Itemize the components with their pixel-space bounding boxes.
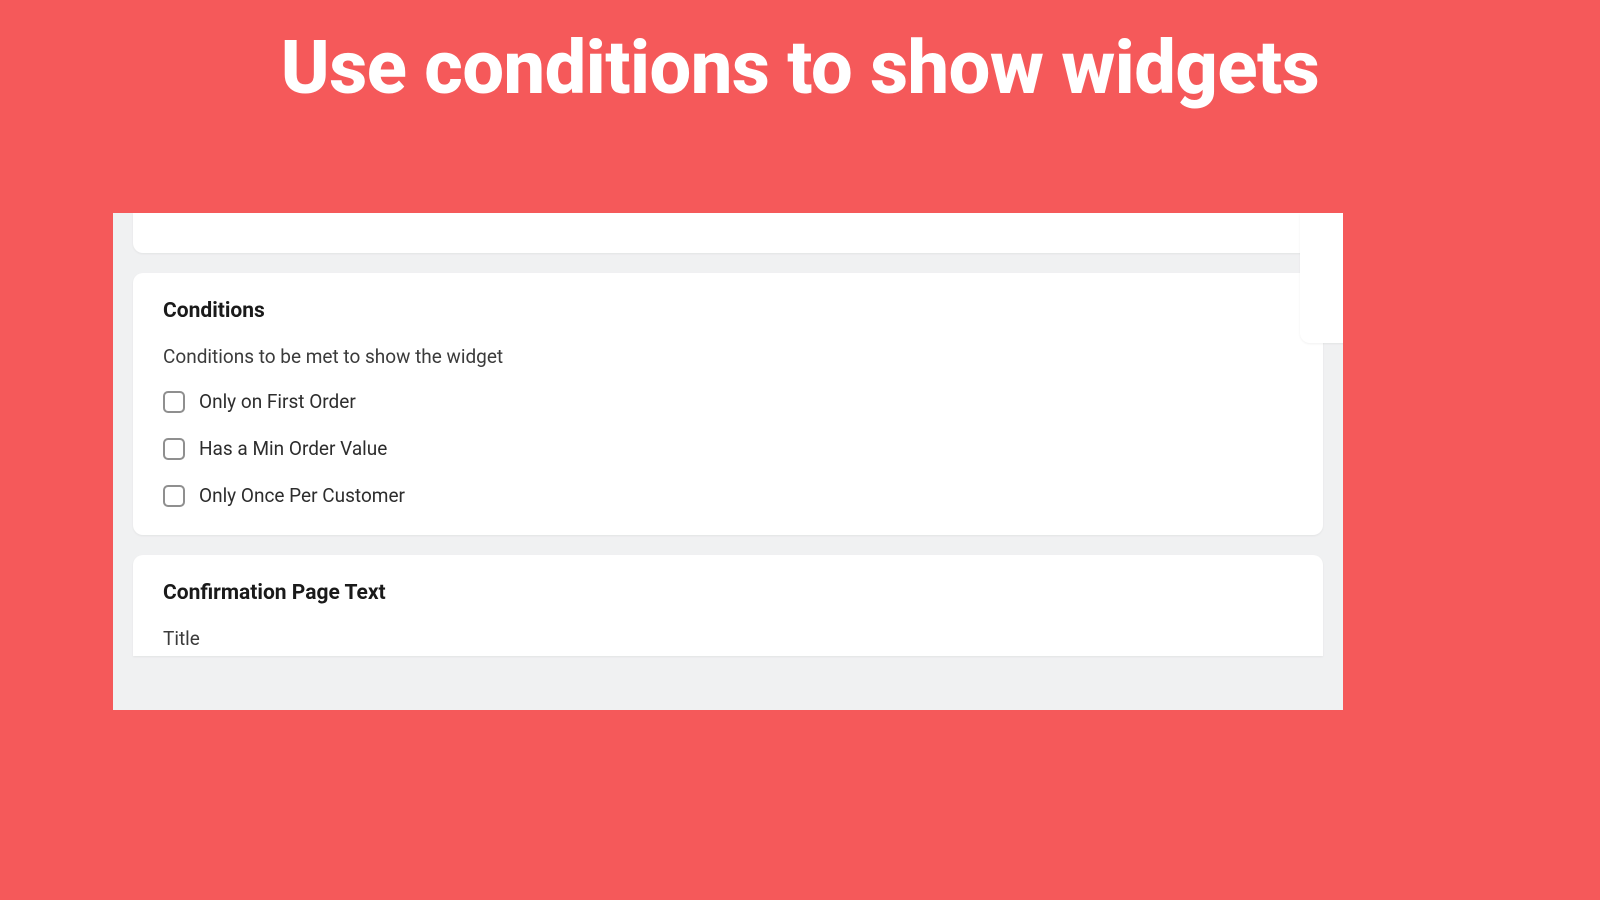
checkbox-first-order[interactable]	[163, 391, 185, 413]
checkbox-label-first-order[interactable]: Only on First Order	[199, 390, 356, 413]
confirmation-card: Confirmation Page Text Title	[133, 555, 1323, 656]
checkbox-label-once-per-customer[interactable]: Only Once Per Customer	[199, 484, 405, 507]
settings-panel-viewport: Conditions Conditions to be met to show …	[113, 213, 1343, 710]
conditions-description: Conditions to be met to show the widget	[163, 345, 1293, 368]
conditions-card: Conditions Conditions to be met to show …	[133, 273, 1323, 535]
page-headline: Use conditions to show widgets	[0, 0, 1600, 109]
previous-card-fragment	[133, 213, 1323, 253]
condition-row-first-order: Only on First Order	[163, 390, 1293, 413]
checkbox-once-per-customer[interactable]	[163, 485, 185, 507]
confirmation-title-label: Title	[163, 627, 1293, 650]
conditions-heading: Conditions	[163, 299, 1293, 323]
checkbox-label-min-order[interactable]: Has a Min Order Value	[199, 437, 387, 460]
checkbox-min-order[interactable]	[163, 438, 185, 460]
condition-row-once-per-customer: Only Once Per Customer	[163, 484, 1293, 507]
condition-row-min-order: Has a Min Order Value	[163, 437, 1293, 460]
confirmation-heading: Confirmation Page Text	[163, 581, 1293, 605]
side-card-fragment	[1300, 213, 1343, 343]
